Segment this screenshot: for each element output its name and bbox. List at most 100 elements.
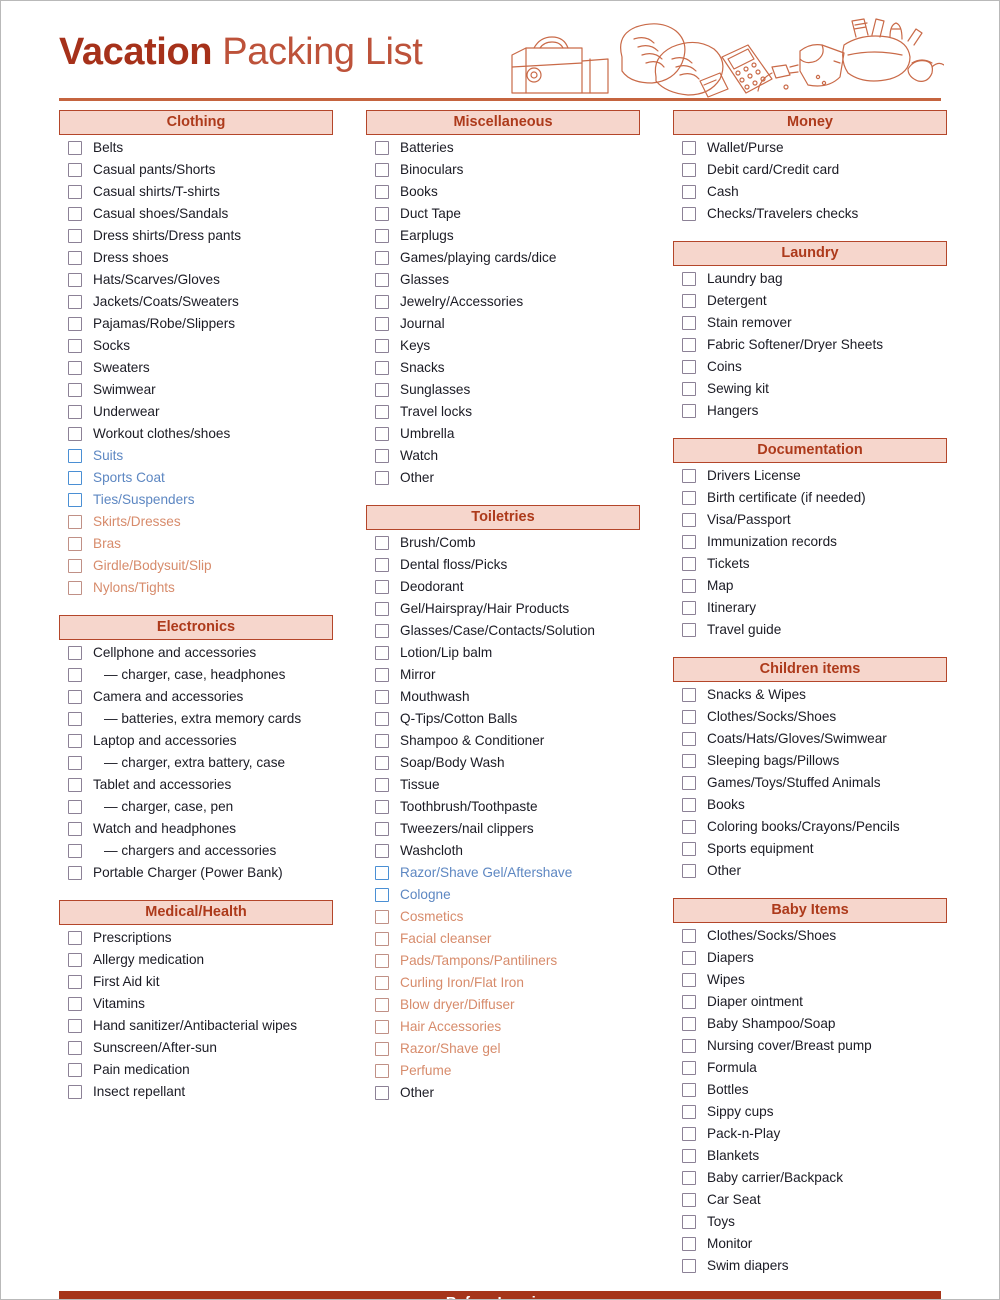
checkbox-icon[interactable]: [375, 800, 389, 814]
checklist-item[interactable]: Glasses/Case/Contacts/Solution: [366, 620, 640, 642]
checkbox-icon[interactable]: [682, 623, 696, 637]
checklist-item[interactable]: Curling Iron/Flat Iron: [366, 972, 640, 994]
checkbox-icon[interactable]: [375, 471, 389, 485]
checkbox-icon[interactable]: [68, 800, 82, 814]
checklist-item[interactable]: Razor/Shave gel: [366, 1038, 640, 1060]
checklist-item[interactable]: Immunization records: [673, 531, 947, 553]
checkbox-icon[interactable]: [375, 888, 389, 902]
checkbox-icon[interactable]: [682, 1215, 696, 1229]
checklist-item[interactable]: Birth certificate (if needed): [673, 487, 947, 509]
checklist-item[interactable]: Allergy medication: [59, 949, 333, 971]
checklist-item[interactable]: Suits: [59, 445, 333, 467]
checkbox-icon[interactable]: [375, 998, 389, 1012]
checkbox-icon[interactable]: [68, 690, 82, 704]
checklist-item[interactable]: Drivers License: [673, 465, 947, 487]
checklist-item[interactable]: Umbrella: [366, 423, 640, 445]
checkbox-icon[interactable]: [682, 207, 696, 221]
checklist-item[interactable]: Casual shirts/T-shirts: [59, 181, 333, 203]
checklist-item[interactable]: Keys: [366, 335, 640, 357]
checkbox-icon[interactable]: [68, 383, 82, 397]
checklist-item[interactable]: Clothes/Socks/Shoes: [673, 925, 947, 947]
checklist-item[interactable]: Sewing kit: [673, 378, 947, 400]
checkbox-icon[interactable]: [682, 360, 696, 374]
checkbox-icon[interactable]: [68, 734, 82, 748]
checkbox-icon[interactable]: [682, 579, 696, 593]
checkbox-icon[interactable]: [682, 1127, 696, 1141]
checklist-item[interactable]: Girdle/Bodysuit/Slip: [59, 555, 333, 577]
checkbox-icon[interactable]: [375, 339, 389, 353]
checkbox-icon[interactable]: [682, 1017, 696, 1031]
checklist-item[interactable]: Blow dryer/Diffuser: [366, 994, 640, 1016]
checkbox-icon[interactable]: [375, 1086, 389, 1100]
checklist-item[interactable]: Checks/Travelers checks: [673, 203, 947, 225]
checklist-item[interactable]: Games/Toys/Stuffed Animals: [673, 772, 947, 794]
checklist-item[interactable]: Casual pants/Shorts: [59, 159, 333, 181]
checklist-item[interactable]: Casual shoes/Sandals: [59, 203, 333, 225]
checkbox-icon[interactable]: [375, 822, 389, 836]
checkbox-icon[interactable]: [375, 734, 389, 748]
checkbox-icon[interactable]: [375, 1020, 389, 1034]
checklist-item[interactable]: Baby Shampoo/Soap: [673, 1013, 947, 1035]
checkbox-icon[interactable]: [682, 338, 696, 352]
checkbox-icon[interactable]: [682, 163, 696, 177]
checkbox-icon[interactable]: [68, 712, 82, 726]
checklist-item[interactable]: Vitamins: [59, 993, 333, 1015]
checkbox-icon[interactable]: [375, 932, 389, 946]
checklist-item[interactable]: Razor/Shave Gel/Aftershave: [366, 862, 640, 884]
checkbox-icon[interactable]: [682, 316, 696, 330]
checklist-item[interactable]: Sleeping bags/Pillows: [673, 750, 947, 772]
checkbox-icon[interactable]: [68, 953, 82, 967]
checkbox-icon[interactable]: [68, 866, 82, 880]
checklist-item[interactable]: Games/playing cards/dice: [366, 247, 640, 269]
checklist-item[interactable]: Wipes: [673, 969, 947, 991]
checkbox-icon[interactable]: [68, 997, 82, 1011]
checklist-item[interactable]: Books: [673, 794, 947, 816]
checklist-item[interactable]: Workout clothes/shoes: [59, 423, 333, 445]
checkbox-icon[interactable]: [68, 931, 82, 945]
checkbox-icon[interactable]: [375, 207, 389, 221]
checkbox-icon[interactable]: [68, 822, 82, 836]
checklist-item[interactable]: Blankets: [673, 1145, 947, 1167]
checkbox-icon[interactable]: [682, 1237, 696, 1251]
checklist-item[interactable]: Washcloth: [366, 840, 640, 862]
checklist-item[interactable]: Sweaters: [59, 357, 333, 379]
checkbox-icon[interactable]: [682, 469, 696, 483]
checklist-item[interactable]: Detergent: [673, 290, 947, 312]
checkbox-icon[interactable]: [682, 557, 696, 571]
checkbox-icon[interactable]: [682, 294, 696, 308]
checkbox-icon[interactable]: [68, 361, 82, 375]
checklist-item[interactable]: Portable Charger (Power Bank): [59, 862, 333, 884]
checklist-item[interactable]: — charger, extra battery, case: [59, 752, 333, 774]
checklist-item[interactable]: Diapers: [673, 947, 947, 969]
checkbox-icon[interactable]: [375, 295, 389, 309]
checkbox-icon[interactable]: [682, 710, 696, 724]
checkbox-icon[interactable]: [68, 207, 82, 221]
checkbox-icon[interactable]: [682, 491, 696, 505]
checkbox-icon[interactable]: [68, 405, 82, 419]
checklist-item[interactable]: Q-Tips/Cotton Balls: [366, 708, 640, 730]
checkbox-icon[interactable]: [68, 163, 82, 177]
checklist-item[interactable]: Hangers: [673, 400, 947, 422]
checkbox-icon[interactable]: [682, 141, 696, 155]
checkbox-icon[interactable]: [375, 229, 389, 243]
checklist-item[interactable]: Baby carrier/Backpack: [673, 1167, 947, 1189]
checkbox-icon[interactable]: [68, 185, 82, 199]
checklist-item[interactable]: — charger, case, pen: [59, 796, 333, 818]
checklist-item[interactable]: Sports equipment: [673, 838, 947, 860]
checklist-item[interactable]: Cosmetics: [366, 906, 640, 928]
checklist-item[interactable]: Watch and headphones: [59, 818, 333, 840]
checklist-item[interactable]: Cologne: [366, 884, 640, 906]
checklist-item[interactable]: Sunscreen/After-sun: [59, 1037, 333, 1059]
checkbox-icon[interactable]: [682, 535, 696, 549]
checkbox-icon[interactable]: [68, 668, 82, 682]
checkbox-icon[interactable]: [375, 690, 389, 704]
checklist-item[interactable]: Brush/Comb: [366, 532, 640, 554]
checkbox-icon[interactable]: [682, 1061, 696, 1075]
checkbox-icon[interactable]: [68, 339, 82, 353]
checkbox-icon[interactable]: [375, 624, 389, 638]
checkbox-icon[interactable]: [68, 141, 82, 155]
checkbox-icon[interactable]: [682, 601, 696, 615]
checkbox-icon[interactable]: [682, 1193, 696, 1207]
checkbox-icon[interactable]: [375, 668, 389, 682]
checklist-item[interactable]: Pads/Tampons/Pantiliners: [366, 950, 640, 972]
